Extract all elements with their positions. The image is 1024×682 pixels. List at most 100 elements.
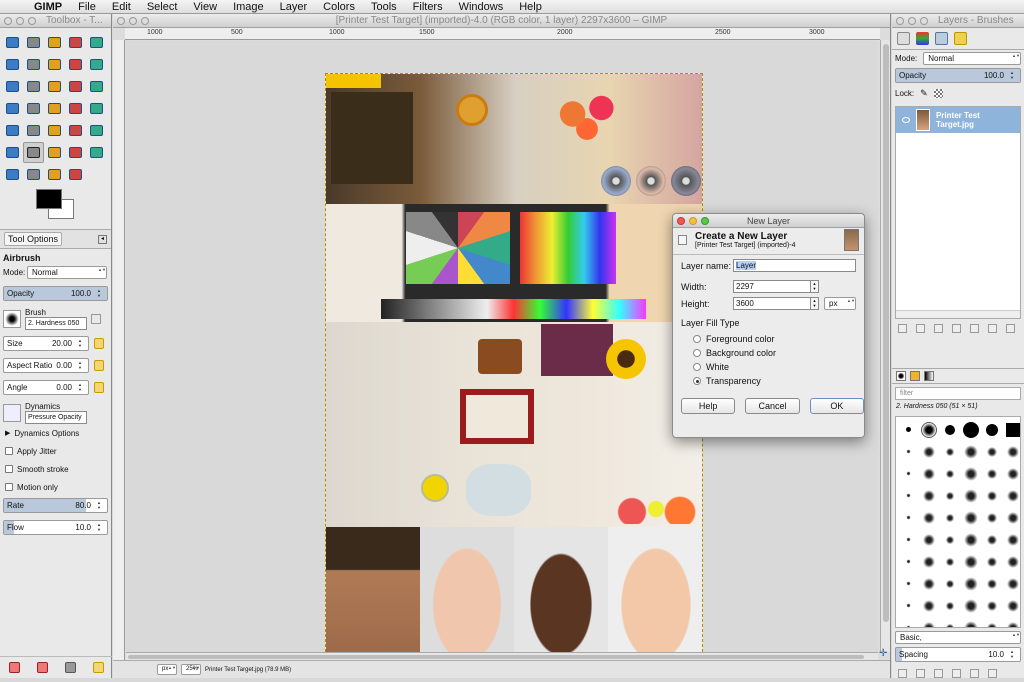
- menu-layer[interactable]: Layer: [272, 0, 316, 14]
- fill-background-radio[interactable]: Background color: [693, 348, 864, 358]
- brush-filter-input[interactable]: filter: [895, 387, 1021, 400]
- brush-preset-icon[interactable]: [905, 537, 911, 542]
- blur-tool-icon[interactable]: [23, 164, 44, 185]
- brush-preset-icon[interactable]: [905, 625, 911, 627]
- spin-arrows-icon[interactable]: ▲ ▼: [97, 500, 105, 511]
- unit-select[interactable]: px: [824, 297, 856, 310]
- spin-arrows-icon[interactable]: ▲ ▼: [1010, 70, 1018, 81]
- brush-preset-icon[interactable]: [963, 509, 979, 526]
- layers-list[interactable]: Printer Test Target.jpg: [895, 106, 1021, 319]
- dynamics-field[interactable]: Pressure Opacity: [25, 411, 87, 424]
- brush-preset-icon[interactable]: [963, 421, 979, 438]
- smudge-tool-icon[interactable]: [44, 164, 65, 185]
- menu-colors[interactable]: Colors: [315, 0, 363, 14]
- patterns-tab-icon[interactable]: [910, 371, 920, 381]
- flow-slider[interactable]: Flow 10.0 ▲ ▼: [3, 520, 108, 535]
- brush-preset-icon[interactable]: [986, 489, 998, 502]
- edit-brush-icon[interactable]: [898, 668, 907, 678]
- vertical-ruler[interactable]: [113, 40, 125, 660]
- reset-options-icon[interactable]: [92, 662, 104, 673]
- delete-options-icon[interactable]: [64, 662, 76, 673]
- pencil-tool-icon[interactable]: [65, 120, 86, 141]
- help-button[interactable]: Help: [681, 398, 736, 414]
- brush-preset-icon[interactable]: [986, 577, 998, 590]
- refresh-brushes-icon[interactable]: [970, 668, 979, 678]
- reset-size-icon[interactable]: [94, 338, 104, 349]
- brush-preview[interactable]: [3, 310, 21, 328]
- brush-preset-icon[interactable]: [922, 510, 936, 525]
- close-button[interactable]: [896, 17, 904, 25]
- reset-aspect-icon[interactable]: [94, 360, 104, 371]
- rotate-tool-icon[interactable]: [86, 76, 107, 97]
- brush-preset-icon[interactable]: [986, 555, 998, 568]
- angle-slider[interactable]: Angle 0.00 ▲ ▼: [3, 380, 104, 395]
- restore-options-icon[interactable]: [36, 662, 48, 673]
- close-button[interactable]: [117, 17, 125, 25]
- aspect-ratio-slider[interactable]: Aspect Ratio 0.00 ▲ ▼: [3, 358, 104, 373]
- brush-preset-icon[interactable]: [1006, 488, 1020, 503]
- brush-preset-icon[interactable]: [963, 597, 979, 614]
- spin-arrows-icon[interactable]: ▲ ▼: [97, 288, 105, 299]
- new-group-icon[interactable]: [916, 323, 925, 333]
- height-input[interactable]: 3600: [733, 297, 811, 310]
- brush-preset-icon[interactable]: [1006, 554, 1020, 569]
- brush-preset-icon[interactable]: [905, 493, 911, 498]
- brush-preset-icon[interactable]: [963, 553, 979, 570]
- brush-preset-icon[interactable]: [922, 554, 936, 569]
- mode-select[interactable]: Normal: [27, 265, 107, 279]
- spacing-slider[interactable]: Spacing 10.0 ▲ ▼: [895, 647, 1021, 662]
- minimize-button[interactable]: [908, 17, 916, 25]
- dynamics-icon[interactable]: [3, 404, 21, 422]
- rect-select-tool-icon[interactable]: [2, 32, 23, 53]
- brush-preset-icon[interactable]: [963, 465, 979, 482]
- ink-tool-icon[interactable]: [44, 142, 65, 163]
- brush-preset-icon[interactable]: [1006, 532, 1020, 547]
- brush-preset-icon[interactable]: [905, 427, 911, 432]
- brush-preset-icon[interactable]: [945, 490, 955, 501]
- brush-preset-icon[interactable]: [945, 512, 955, 523]
- layer-name-input[interactable]: Layer: [733, 259, 856, 272]
- menu-image[interactable]: Image: [225, 0, 272, 14]
- apply-jitter-checkbox[interactable]: Apply Jitter: [0, 444, 111, 458]
- scale-tool-icon[interactable]: [2, 98, 23, 119]
- delete-brush-icon[interactable]: [952, 668, 961, 678]
- new-layer-icon[interactable]: [898, 323, 907, 333]
- brush-preset-icon[interactable]: [945, 534, 955, 545]
- dynamics-options-expander[interactable]: ▶ Dynamics Options: [0, 426, 111, 440]
- spin-arrows-icon[interactable]: ▲ ▼: [78, 338, 86, 349]
- fill-transparency-radio[interactable]: Transparency: [693, 376, 864, 386]
- brush-preset-icon[interactable]: [905, 515, 911, 520]
- menu-select[interactable]: Select: [139, 0, 186, 14]
- lock-alpha-icon[interactable]: [933, 88, 943, 98]
- brush-preset-icon[interactable]: [922, 532, 936, 547]
- lock-pixels-icon[interactable]: ✎: [920, 88, 928, 99]
- brush-preset-icon[interactable]: [945, 468, 955, 479]
- menu-app-gimp[interactable]: GIMP: [26, 0, 70, 14]
- menu-windows[interactable]: Windows: [451, 0, 512, 14]
- brush-preset-icon[interactable]: [905, 603, 911, 608]
- unit-select[interactable]: px: [157, 664, 177, 675]
- menu-help[interactable]: Help: [511, 0, 550, 14]
- brush-preset-icon[interactable]: [945, 600, 955, 611]
- clone-tool-icon[interactable]: [65, 142, 86, 163]
- anchor-layer-icon[interactable]: [988, 323, 997, 333]
- motion-only-checkbox[interactable]: Motion only: [0, 480, 111, 494]
- align-tool-icon[interactable]: [44, 76, 65, 97]
- brush-preset-icon[interactable]: [986, 423, 998, 436]
- paths-tab-icon[interactable]: [935, 32, 948, 45]
- brush-preset-icon[interactable]: [905, 471, 911, 476]
- brush-preset-icon[interactable]: [922, 598, 936, 613]
- spin-arrows-icon[interactable]: ▲ ▼: [78, 382, 86, 393]
- menu-tools[interactable]: Tools: [363, 0, 405, 14]
- blend-tool-icon[interactable]: [44, 120, 65, 141]
- spin-arrows-icon[interactable]: ▲ ▼: [1010, 649, 1018, 660]
- brush-preset-icon[interactable]: [1006, 598, 1020, 613]
- heal-tool-icon[interactable]: [86, 142, 107, 163]
- brush-preset-icon[interactable]: [986, 511, 998, 524]
- brush-preset-icon[interactable]: [1006, 510, 1020, 525]
- menu-file[interactable]: File: [70, 0, 104, 14]
- brush-preset-icon[interactable]: [963, 575, 979, 592]
- brush-preset-icon[interactable]: [945, 424, 955, 435]
- brush-preset-icon[interactable]: [922, 576, 936, 591]
- tab-menu-icon[interactable]: ◂: [98, 235, 107, 244]
